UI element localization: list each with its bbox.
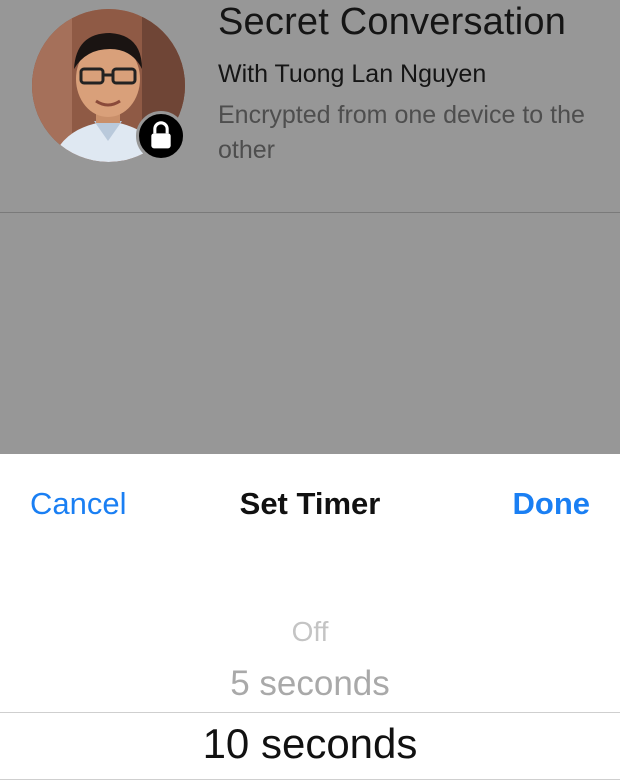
done-button[interactable]: Done bbox=[513, 486, 591, 522]
divider bbox=[0, 212, 620, 213]
conversation-header: Secret Conversation With Tuong Lan Nguye… bbox=[0, 0, 620, 454]
timer-sheet: Cancel Set Timer Done Off 5 seconds 10 s… bbox=[0, 454, 620, 780]
conversation-title: Secret Conversation bbox=[218, 1, 567, 43]
encryption-description: Encrypted from one device to the other bbox=[218, 101, 585, 164]
picker-option-off[interactable]: Off bbox=[0, 616, 620, 648]
timer-toolbar: Cancel Set Timer Done bbox=[0, 454, 620, 558]
picker-option-10-seconds[interactable]: 10 seconds bbox=[0, 720, 620, 768]
conversation-participant: With Tuong Lan Nguyen bbox=[218, 60, 487, 88]
lock-icon bbox=[136, 111, 186, 161]
picker-option-5-seconds[interactable]: 5 seconds bbox=[0, 664, 620, 704]
picker-selection-line bbox=[0, 712, 620, 713]
timer-picker[interactable]: Off 5 seconds 10 seconds bbox=[0, 558, 620, 780]
